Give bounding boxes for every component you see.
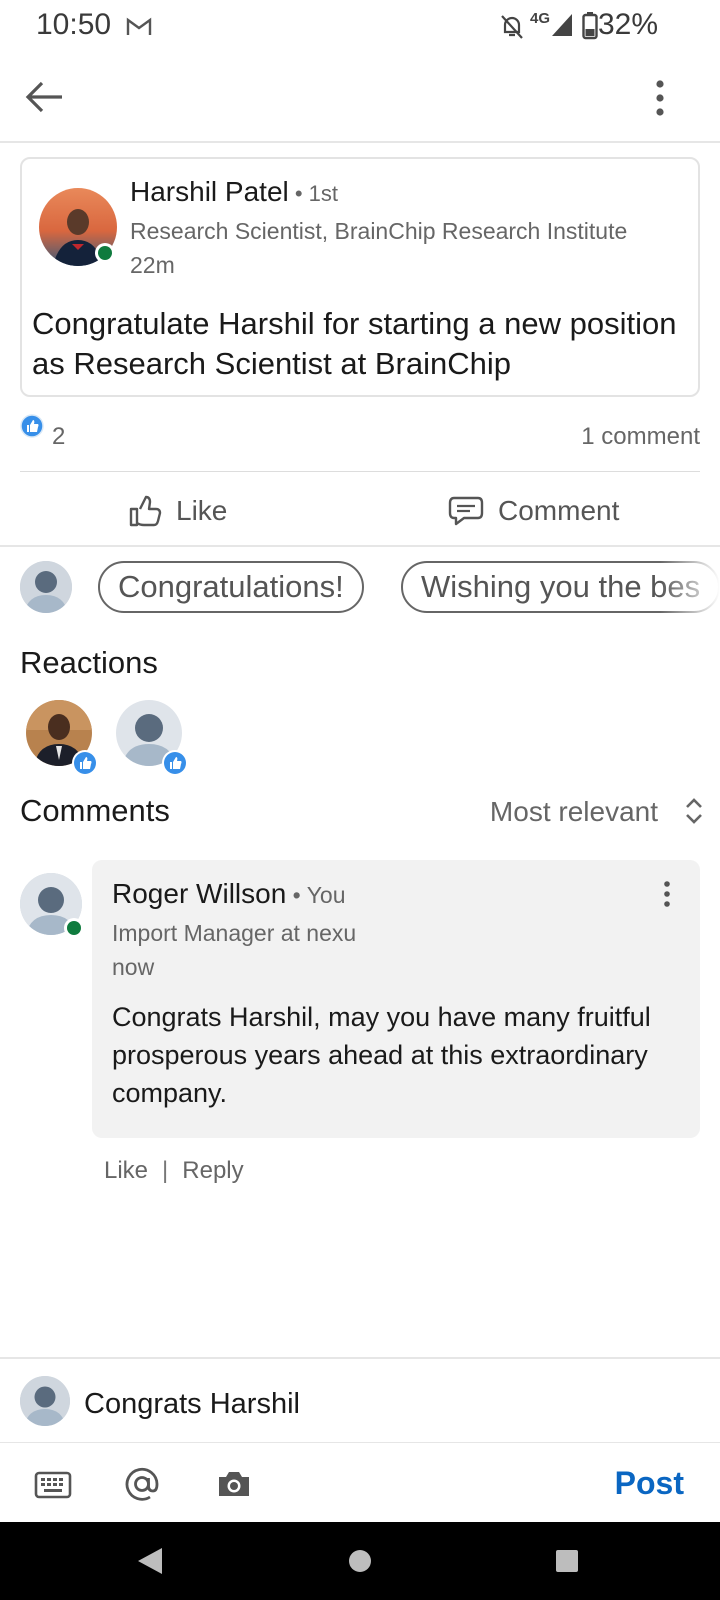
comment-actions-separator: | — [162, 1157, 169, 1184]
commenter-name[interactable]: Roger Willson • You — [112, 878, 346, 910]
actions-divider — [0, 545, 720, 547]
like-button[interactable]: Like — [128, 488, 227, 534]
commenter-headline: Import Manager at nexu — [112, 920, 357, 946]
comment-text: Congrats Harshil, may you have many frui… — [112, 1002, 651, 1108]
nav-recents-icon[interactable] — [555, 1549, 579, 1573]
counts-divider — [20, 471, 700, 472]
current-user-avatar — [20, 561, 72, 613]
comment-more-icon[interactable] — [662, 881, 672, 907]
like-reaction-icon[interactable] — [20, 414, 44, 438]
comment-input[interactable] — [84, 1382, 644, 1426]
comment-like-button[interactable]: Like — [104, 1157, 148, 1185]
signal-icon — [550, 12, 574, 38]
sort-dropdown[interactable]: Most relevant — [490, 796, 658, 828]
status-time: 10:50 — [36, 8, 112, 41]
quick-reply-chip[interactable]: Congratulations! — [98, 561, 364, 613]
composer-divider — [0, 1442, 720, 1443]
battery-icon — [582, 12, 598, 40]
sort-chevrons-icon[interactable] — [684, 797, 704, 825]
keyboard-icon[interactable] — [34, 1471, 72, 1499]
composer-top-divider — [0, 1357, 720, 1359]
comment-reply-button[interactable]: Reply — [182, 1157, 243, 1185]
nav-home-icon[interactable] — [348, 1549, 372, 1573]
author-name-text[interactable]: Harshil Patel — [130, 176, 289, 207]
reaction-like-badge — [162, 750, 188, 776]
gmail-icon — [126, 16, 152, 38]
author-online-indicator — [95, 243, 115, 263]
bell-off-icon — [500, 14, 524, 40]
commenter-online-indicator — [64, 918, 84, 938]
author-name[interactable]: Harshil Patel • 1st — [130, 176, 338, 208]
battery-percent: 32% — [597, 8, 658, 41]
comment-time: now — [112, 954, 155, 980]
commenter-name-text[interactable]: Roger Willson — [112, 878, 286, 909]
like-button-label: Like — [176, 495, 228, 526]
network-type: 4G — [530, 10, 551, 27]
comment-button[interactable]: Comment — [448, 488, 619, 534]
comments-title: Comments — [20, 793, 170, 828]
back-arrow-icon[interactable] — [24, 80, 64, 114]
connection-degree: • 1st — [288, 181, 339, 206]
you-label: • You — [286, 882, 346, 908]
nav-back-icon[interactable] — [136, 1546, 164, 1576]
author-headline: Research Scientist, BrainChip Research I… — [130, 218, 628, 244]
reactions-title: Reactions — [20, 645, 158, 680]
more-vertical-icon[interactable] — [654, 80, 666, 116]
comment-bubble-icon — [448, 495, 484, 527]
comment-button-label: Comment — [498, 495, 620, 526]
thumbs-up-icon — [128, 494, 162, 528]
post-time: 22m — [130, 252, 175, 278]
app-bar-divider — [0, 141, 720, 143]
comment-actions: Like | Reply — [104, 1157, 244, 1185]
composer-avatar — [20, 1376, 70, 1426]
chips-fade-edge — [660, 555, 720, 619]
post-text: Congratulate Harshil for starting a new … — [32, 306, 677, 381]
reaction-like-badge — [72, 750, 98, 776]
at-sign-icon[interactable] — [124, 1466, 160, 1502]
post-button[interactable]: Post — [615, 1465, 684, 1502]
comment-count[interactable]: 1 comment — [581, 423, 700, 451]
like-count[interactable]: 2 — [52, 423, 65, 451]
camera-icon[interactable] — [216, 1469, 252, 1499]
